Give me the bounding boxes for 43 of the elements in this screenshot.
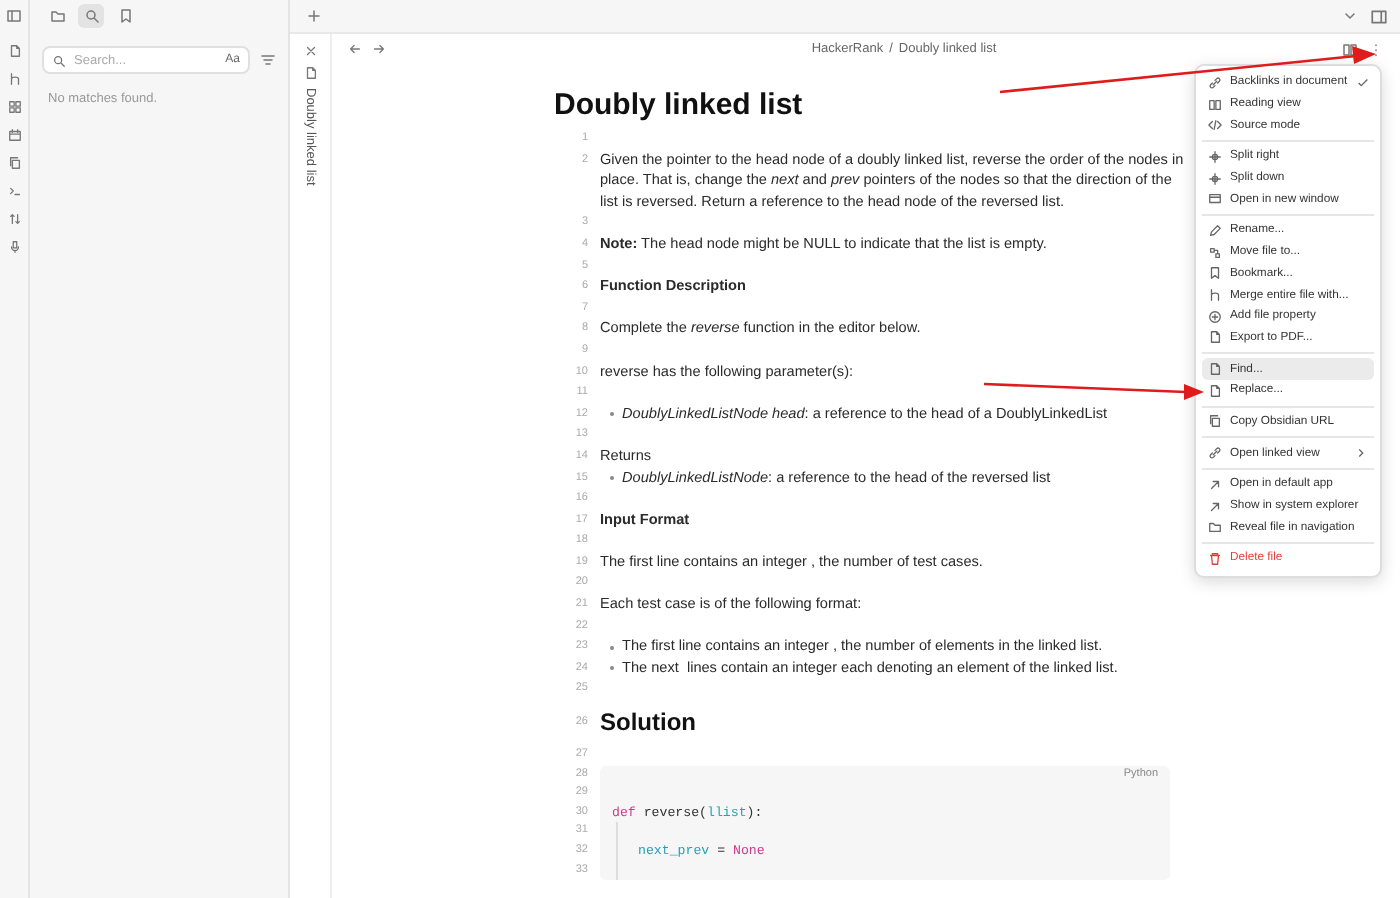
document-icon [1208,362,1222,377]
book-icon[interactable] [1342,41,1358,57]
search-tab[interactable] [78,4,104,28]
search-icon [52,53,66,67]
document-icon [1208,330,1222,345]
link-icon [1208,446,1222,461]
back-arrow-icon[interactable] [348,42,362,56]
sort-icon[interactable] [7,212,21,226]
document-icon[interactable] [7,44,21,58]
plus-icon[interactable] [306,8,322,24]
sidebar-toggle-icon[interactable] [6,8,22,24]
book-icon [1208,97,1222,112]
sidebar-toggle-icon[interactable] [1370,7,1388,25]
copy-icon[interactable] [7,156,21,170]
calendar-icon[interactable] [7,128,21,142]
terminal-icon[interactable] [7,184,21,198]
copy-icon [1208,414,1222,429]
section-heading: Solution [600,706,698,741]
arrow-icon [1208,477,1222,492]
squares-icon [1208,245,1222,260]
grid-icon[interactable] [7,100,21,114]
folder-icon [1208,520,1222,535]
crosshair-icon [1208,171,1222,186]
bookmark-icon [117,8,133,24]
bookmark-icon [1208,266,1222,281]
forward-arrow-icon[interactable] [372,42,386,56]
folder-icon [49,8,65,24]
crosshair-icon [1208,149,1222,164]
document-icon [1208,383,1222,398]
window-icon [1208,192,1222,207]
microphone-icon[interactable] [7,240,21,254]
close-icon[interactable] [303,44,317,58]
document-title: Doubly linked list [554,88,805,122]
trash-icon [1208,551,1222,566]
code-icon [1208,118,1222,133]
search-icon [83,8,99,24]
link-icon [1208,75,1222,90]
chevron-down-icon[interactable] [1342,8,1358,24]
sort-lines-icon[interactable] [260,52,276,68]
circle-plus-icon [1208,309,1222,324]
document-icon [303,66,317,80]
arrow-icon [1208,499,1222,514]
pencil-icon [1208,223,1222,238]
